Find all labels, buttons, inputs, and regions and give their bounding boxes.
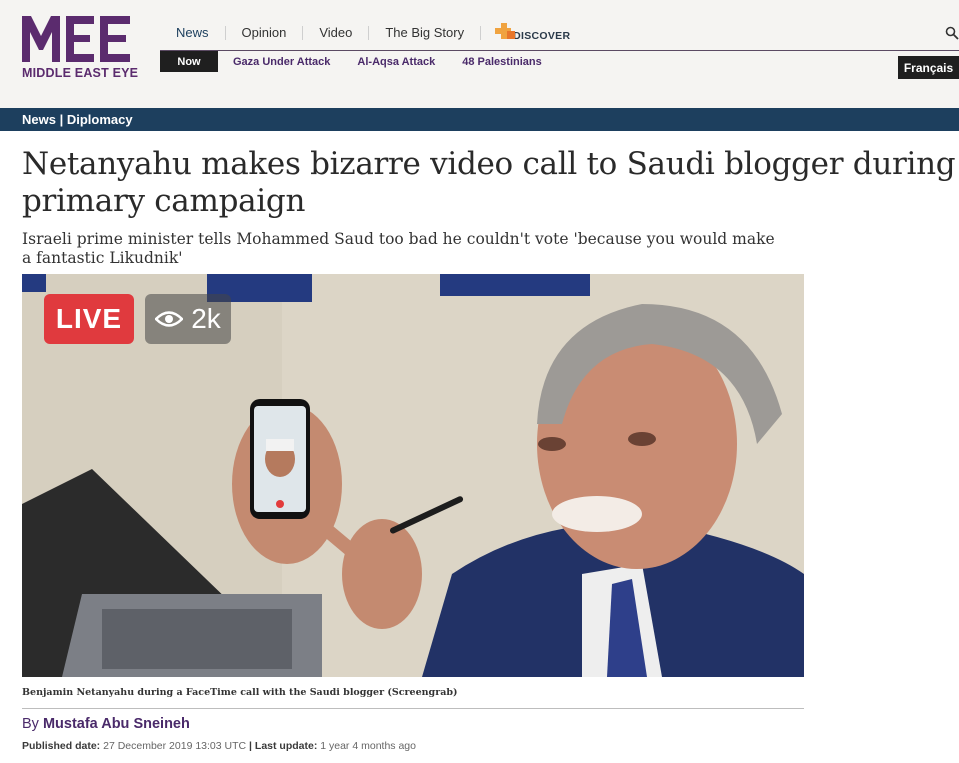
site-header: MIDDLE EAST EYE News Opinion Video The B… <box>0 0 959 108</box>
logo-wordmark: MIDDLE EAST EYE <box>22 66 139 80</box>
breadcrumb[interactable]: News | Diplomacy <box>22 112 133 127</box>
viewer-count-badge: 2k <box>145 294 231 344</box>
mee-logo-mark <box>22 16 130 62</box>
trending-nav: Now Gaza Under Attack Al-Aqsa Attack 48 … <box>160 51 554 72</box>
section-bar: News | Diplomacy <box>0 108 959 131</box>
primary-nav: News Opinion Video The Big Story DISCOVE… <box>160 22 570 44</box>
search-icon[interactable] <box>945 26 959 40</box>
live-badge: LIVE <box>44 294 134 344</box>
eye-icon <box>155 311 184 327</box>
date-separator: | <box>249 740 252 752</box>
discover-label: DISCOVER <box>513 30 571 42</box>
published-label: Published date: <box>22 740 101 752</box>
last-update-label: Last update: <box>254 740 318 752</box>
article-headline: Netanyahu makes bizarre video call to Sa… <box>22 146 956 219</box>
nav-opinion[interactable]: Opinion <box>226 26 304 40</box>
caption-divider <box>22 708 804 709</box>
byline-prefix: By <box>22 716 39 732</box>
trending-link-48-palestinians[interactable]: 48 Palestinians <box>462 56 542 68</box>
discover-icon <box>495 23 516 39</box>
nav-the-big-story[interactable]: The Big Story <box>369 26 482 40</box>
author-link[interactable]: Mustafa Abu Sneineh <box>43 716 190 732</box>
nav-news[interactable]: News <box>160 26 226 40</box>
language-switch-button[interactable]: Français <box>898 56 959 79</box>
byline: By Mustafa Abu Sneineh <box>22 716 190 732</box>
article-hero-image[interactable]: LIVE 2k <box>22 274 804 677</box>
trending-link-gaza[interactable]: Gaza Under Attack <box>233 56 330 68</box>
nav-discover[interactable]: DISCOVER <box>481 23 570 43</box>
published-date: 27 December 2019 13:03 UTC <box>103 740 247 752</box>
hero-illustration <box>22 274 804 677</box>
trending-link-al-aqsa[interactable]: Al-Aqsa Attack <box>357 56 435 68</box>
nav-video[interactable]: Video <box>303 26 370 40</box>
last-update-value: 1 year 4 months ago <box>320 740 416 752</box>
now-badge: Now <box>160 51 218 72</box>
viewer-count: 2k <box>191 303 221 334</box>
article-dates: Published date: 27 December 2019 13:03 U… <box>22 740 416 752</box>
site-logo[interactable]: MIDDLE EAST EYE <box>22 14 142 84</box>
article-standfirst: Israeli prime minister tells Mohammed Sa… <box>22 230 775 267</box>
image-caption: Benjamin Netanyahu during a FaceTime cal… <box>22 687 458 698</box>
